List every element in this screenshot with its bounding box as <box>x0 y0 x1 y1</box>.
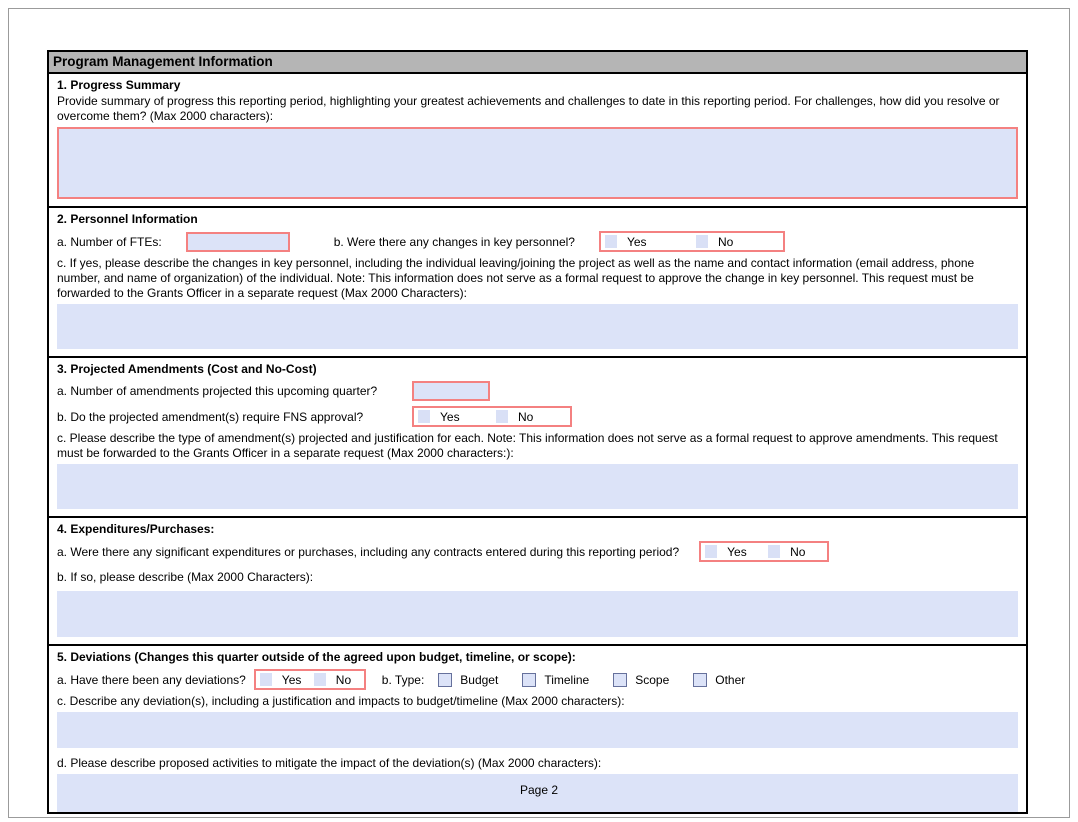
amendments-count-label: a. Number of amendments projected this u… <box>57 384 412 398</box>
yes-label: Yes <box>627 235 647 249</box>
mitigation-label: d. Please describe proposed activities t… <box>57 756 1018 771</box>
yes-option[interactable]: Yes <box>701 543 764 560</box>
section-expenditures-purchases: 4. Expenditures/Purchases: a. Were there… <box>49 516 1026 644</box>
expenditures-textarea[interactable] <box>57 591 1018 637</box>
yes-option[interactable]: Yes <box>414 408 492 425</box>
key-personnel-question-label: b. Were there any changes in key personn… <box>334 235 575 249</box>
form-title: Program Management Information <box>49 52 1026 74</box>
scope-checkbox[interactable] <box>613 673 627 687</box>
section-personnel-information: 2. Personnel Information a. Number of FT… <box>49 206 1026 356</box>
yes-label: Yes <box>727 545 747 559</box>
yes-checkbox[interactable] <box>705 545 717 558</box>
yes-option[interactable]: Yes <box>601 233 692 250</box>
deviation-describe-label: c. Describe any deviation(s), including … <box>57 694 1018 709</box>
other-checkbox[interactable] <box>693 673 707 687</box>
page-number: Page 2 <box>0 783 1078 797</box>
type-option-scope[interactable]: Scope <box>613 673 669 687</box>
expenditures-describe-label: b. If so, please describe (Max 2000 Char… <box>57 570 1018 585</box>
amendments-count-input[interactable] <box>412 381 490 401</box>
yes-option[interactable]: Yes <box>256 671 310 688</box>
timeline-label: Timeline <box>544 673 589 687</box>
section-title: 2. Personnel Information <box>57 212 1018 226</box>
expenditures-question-row: a. Were there any significant expenditur… <box>57 541 1018 562</box>
fns-approval-row: b. Do the projected amendment(s) require… <box>57 406 1018 427</box>
no-checkbox[interactable] <box>696 235 708 248</box>
budget-label: Budget <box>460 673 498 687</box>
section-title: 5. Deviations (Changes this quarter outs… <box>57 650 1018 664</box>
section-title: 4. Expenditures/Purchases: <box>57 522 1018 536</box>
progress-summary-description: Provide summary of progress this reporti… <box>57 94 1018 124</box>
yes-label: Yes <box>440 410 460 424</box>
no-checkbox[interactable] <box>314 673 326 686</box>
expenditures-question-label: a. Were there any significant expenditur… <box>57 545 679 559</box>
no-label: No <box>336 673 351 687</box>
yes-checkbox[interactable] <box>418 410 430 423</box>
budget-checkbox[interactable] <box>438 673 452 687</box>
ftes-label: a. Number of FTEs: <box>57 235 162 249</box>
no-checkbox[interactable] <box>768 545 780 558</box>
deviations-yes-no-group: Yes No <box>254 669 366 690</box>
yes-checkbox[interactable] <box>605 235 617 248</box>
personnel-changes-textarea[interactable] <box>57 304 1018 349</box>
no-option[interactable]: No <box>764 543 827 560</box>
personnel-row-ab: a. Number of FTEs: b. Were there any cha… <box>57 231 1018 252</box>
other-label: Other <box>715 673 745 687</box>
no-checkbox[interactable] <box>496 410 508 423</box>
no-option[interactable]: No <box>692 233 783 250</box>
no-label: No <box>518 410 533 424</box>
deviations-question-label: a. Have there been any deviations? <box>57 673 246 687</box>
yes-label: Yes <box>282 673 302 687</box>
amendments-count-row: a. Number of amendments projected this u… <box>57 381 1018 401</box>
section-progress-summary: 1. Progress Summary Provide summary of p… <box>49 74 1026 206</box>
fns-approval-question-label: b. Do the projected amendment(s) require… <box>57 410 412 424</box>
section-title: 3. Projected Amendments (Cost and No-Cos… <box>57 362 1018 376</box>
program-management-form: Program Management Information 1. Progre… <box>47 50 1028 814</box>
section-projected-amendments: 3. Projected Amendments (Cost and No-Cos… <box>49 356 1026 516</box>
deviations-row: a. Have there been any deviations? Yes N… <box>57 669 1018 690</box>
amendments-textarea[interactable] <box>57 464 1018 509</box>
deviation-describe-textarea[interactable] <box>57 712 1018 748</box>
no-option[interactable]: No <box>492 408 570 425</box>
amendments-description: c. Please describe the type of amendment… <box>57 431 1018 461</box>
yes-checkbox[interactable] <box>260 673 272 686</box>
key-personnel-yes-no-group: Yes No <box>599 231 785 252</box>
no-label: No <box>718 235 733 249</box>
deviation-type-label: b. Type: <box>382 673 424 687</box>
type-option-budget[interactable]: Budget <box>438 673 498 687</box>
progress-summary-textarea[interactable] <box>57 127 1018 199</box>
type-option-other[interactable]: Other <box>693 673 745 687</box>
fns-approval-yes-no-group: Yes No <box>412 406 572 427</box>
expenditures-yes-no-group: Yes No <box>699 541 829 562</box>
personnel-changes-description: c. If yes, please describe the changes i… <box>57 256 1018 301</box>
ftes-input[interactable] <box>186 232 290 252</box>
no-option[interactable]: No <box>310 671 364 688</box>
type-option-timeline[interactable]: Timeline <box>522 673 589 687</box>
no-label: No <box>790 545 805 559</box>
scope-label: Scope <box>635 673 669 687</box>
section-title: 1. Progress Summary <box>57 78 1018 92</box>
timeline-checkbox[interactable] <box>522 673 536 687</box>
